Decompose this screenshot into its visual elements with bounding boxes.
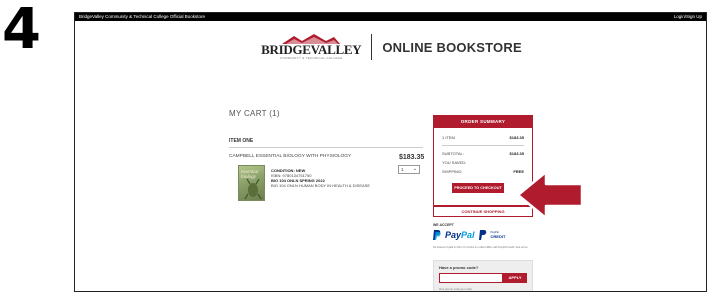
bridgevalley-logo[interactable]: BRIDGEVALLEY COMMUNITY & TECHNICAL COLLE…	[261, 34, 362, 60]
store-name: BridgeValley Community & Technical Colle…	[79, 14, 206, 19]
promo-code-panel: Have a promo code? APPLY One promo code …	[433, 260, 533, 291]
summary-divider	[442, 145, 524, 146]
subtotal-label: SUBTOTAL:	[442, 151, 464, 156]
apply-button[interactable]: APPLY	[503, 273, 527, 283]
items-label: 1 ITEM	[442, 135, 455, 140]
step-number: 4	[2, 0, 41, 62]
paypal-logo-pal: Pal	[461, 230, 475, 240]
header-divider	[371, 34, 373, 60]
top-bar: BridgeValley Community & Technical Colle…	[75, 13, 706, 21]
paypal-icon	[433, 230, 441, 240]
order-summary-heading: ORDER SUMMARY	[434, 116, 532, 128]
paypal-credit-text: CREDIT	[490, 234, 506, 239]
saved-label: YOU SAVED:	[442, 160, 467, 165]
cart-title: MY CART (1)	[229, 109, 280, 118]
item-divider	[229, 147, 423, 148]
payment-logos: PayPal PayPal CREDIT	[433, 230, 505, 240]
login-link[interactable]: Login/Sign Up	[674, 13, 702, 21]
promo-heading: Have a promo code?	[439, 265, 479, 270]
quantity-select[interactable]: 1 ⌄	[398, 165, 420, 174]
logo-subtitle: COMMUNITY & TECHNICAL COLLEGE	[279, 56, 343, 60]
browser-page: BridgeValley Community & Technical Colle…	[74, 12, 707, 292]
paypal-logo: PayPal	[445, 230, 475, 240]
promo-note: One promo code per order.	[439, 287, 473, 291]
promo-code-input[interactable]	[439, 273, 503, 283]
subtotal-value: $183.35	[509, 151, 524, 156]
items-value: $183.35	[509, 135, 524, 140]
chevron-down-icon: ⌄	[412, 166, 417, 172]
item-heading: ITEM ONE	[229, 138, 254, 144]
frog-illustration	[244, 178, 262, 200]
paypal-credit-icon	[478, 230, 486, 240]
quantity-value: 1	[401, 167, 404, 172]
shipping-label: SHIPPING:	[442, 169, 463, 174]
page-title: ONLINE BOOKSTORE	[382, 39, 522, 55]
summary-shipping-row: SHIPPING: FREE	[442, 169, 524, 174]
site-header: BRIDGEVALLEY COMMUNITY & TECHNICAL COLLE…	[75, 21, 706, 73]
we-accept-label: WE ACCEPT	[433, 223, 454, 227]
summary-saved-row: YOU SAVED:	[442, 160, 524, 165]
book-cover-image: essential biology	[238, 165, 265, 201]
logo-word: BRIDGEVALLEY	[261, 42, 362, 57]
proceed-to-checkout-button[interactable]: PROCEED TO CHECKOUT	[452, 183, 504, 193]
product-details: CONDITION: NEW ISBN: 9780134751750 BIO 1…	[271, 168, 370, 188]
pointer-arrow-icon	[516, 170, 584, 220]
product-name[interactable]: CAMPBELL ESSENTIAL BIOLOGY WITH PHYSIOLO…	[229, 154, 351, 159]
paypal-fine-print: No interest if paid in full in 6 months …	[433, 246, 529, 249]
paypal-logo-pay: Pay	[445, 230, 462, 240]
summary-subtotal-row: SUBTOTAL: $183.35	[442, 151, 524, 156]
product-price: $183.35	[399, 154, 425, 161]
course-description: BIO 104 ONLN HUMAN BODY IN HEALTH & DISE…	[271, 183, 370, 188]
summary-items-row: 1 ITEM $183.35	[442, 135, 524, 140]
paypal-credit-logo: PayPal CREDIT	[491, 231, 506, 239]
